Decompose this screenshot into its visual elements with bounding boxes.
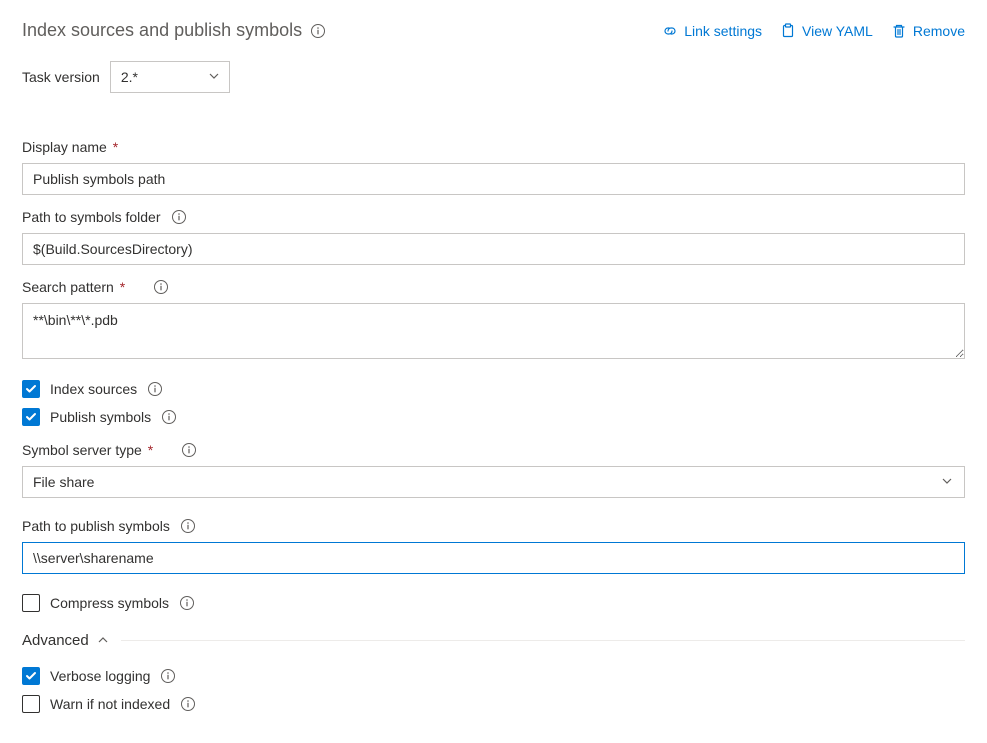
title-text: Index sources and publish symbols [22, 20, 302, 41]
divider [121, 640, 965, 641]
symbols-folder-input[interactable] [22, 233, 965, 265]
publish-symbols-row: Publish symbols [22, 408, 965, 426]
required-mark: * [116, 279, 125, 295]
trash-icon [891, 23, 907, 39]
publish-symbols-checkbox[interactable] [22, 408, 40, 426]
view-yaml-button[interactable]: View YAML [780, 23, 873, 39]
link-icon [662, 23, 678, 39]
search-pattern-label: Search pattern * [22, 279, 965, 295]
link-settings-label: Link settings [684, 23, 762, 39]
display-name-input[interactable] [22, 163, 965, 195]
info-icon[interactable] [180, 518, 196, 534]
advanced-section-toggle[interactable]: Advanced [22, 632, 965, 649]
verbose-logging-checkbox[interactable] [22, 667, 40, 685]
publish-symbols-label: Publish symbols [50, 409, 151, 425]
required-mark: * [109, 139, 118, 155]
info-icon[interactable] [180, 696, 196, 712]
page-header: Index sources and publish symbols Link s… [22, 20, 965, 41]
required-mark: * [144, 442, 153, 458]
symbol-server-type-group: Symbol server type * File share [22, 442, 965, 498]
task-version-label: Task version [22, 69, 100, 85]
remove-button[interactable]: Remove [891, 23, 965, 39]
verbose-logging-row: Verbose logging [22, 667, 965, 685]
symbols-folder-label: Path to symbols folder [22, 209, 965, 225]
symbol-server-type-select[interactable]: File share [22, 466, 965, 498]
compress-symbols-label: Compress symbols [50, 595, 169, 611]
info-icon[interactable] [161, 409, 177, 425]
view-yaml-label: View YAML [802, 23, 873, 39]
display-name-group: Display name * [22, 139, 965, 195]
compress-symbols-checkbox[interactable] [22, 594, 40, 612]
publish-path-group: Path to publish symbols [22, 518, 965, 574]
index-sources-row: Index sources [22, 380, 965, 398]
remove-label: Remove [913, 23, 965, 39]
display-name-label: Display name * [22, 139, 965, 155]
task-version-select[interactable]: 2.* [110, 61, 230, 93]
advanced-title: Advanced [22, 632, 89, 649]
publish-path-label: Path to publish symbols [22, 518, 965, 534]
compress-symbols-row: Compress symbols [22, 594, 965, 612]
info-icon[interactable] [153, 279, 169, 295]
header-actions: Link settings View YAML Remove [662, 23, 965, 39]
info-icon[interactable] [179, 595, 195, 611]
warn-not-indexed-row: Warn if not indexed [22, 695, 965, 713]
search-pattern-group: Search pattern * [22, 279, 965, 362]
clipboard-icon [780, 23, 796, 39]
symbols-folder-group: Path to symbols folder [22, 209, 965, 265]
info-icon[interactable] [171, 209, 187, 225]
publish-path-input[interactable] [22, 542, 965, 574]
task-version-row: Task version 2.* [22, 61, 965, 93]
symbol-server-type-label: Symbol server type * [22, 442, 965, 458]
chevron-up-icon [97, 633, 109, 649]
page-title: Index sources and publish symbols [22, 20, 326, 41]
info-icon[interactable] [310, 23, 326, 39]
index-sources-checkbox[interactable] [22, 380, 40, 398]
warn-not-indexed-checkbox[interactable] [22, 695, 40, 713]
index-sources-label: Index sources [50, 381, 137, 397]
link-settings-button[interactable]: Link settings [662, 23, 762, 39]
verbose-logging-label: Verbose logging [50, 668, 150, 684]
info-icon[interactable] [181, 442, 197, 458]
info-icon[interactable] [147, 381, 163, 397]
warn-not-indexed-label: Warn if not indexed [50, 696, 170, 712]
info-icon[interactable] [160, 668, 176, 684]
search-pattern-input[interactable] [22, 303, 965, 359]
